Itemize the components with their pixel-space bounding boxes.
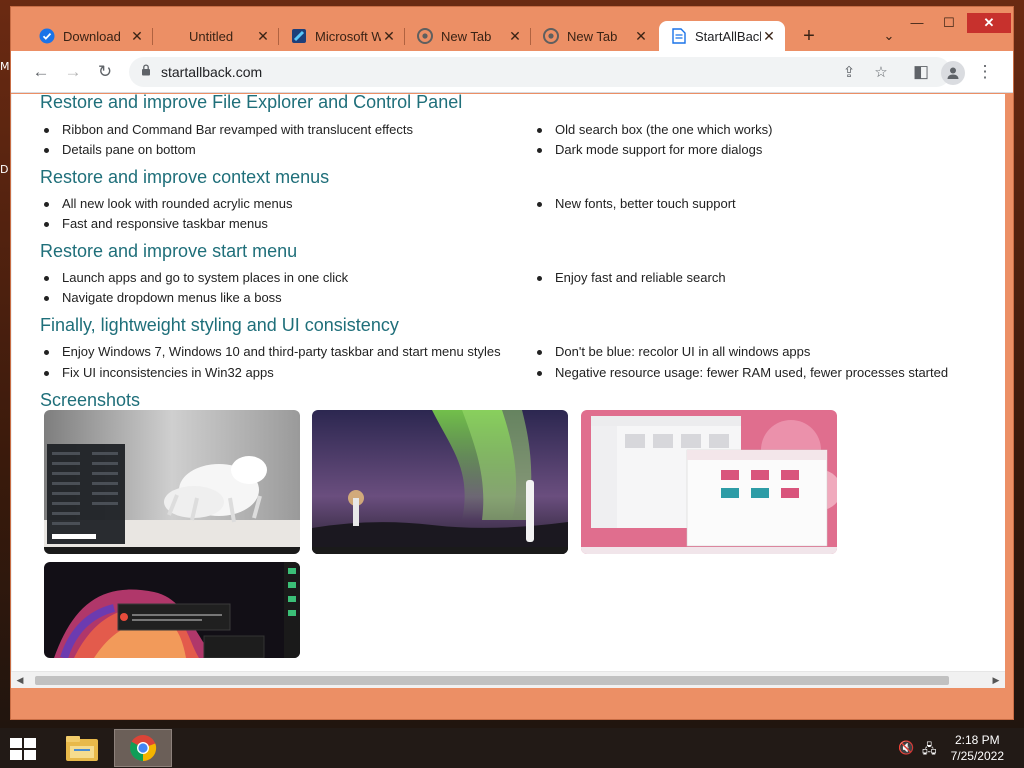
windows-start-icon[interactable] [8,736,40,762]
page-icon [671,28,687,44]
tab-title: Microsoft W [315,28,381,44]
tab-new-tab-2[interactable]: New Tab ✕ [531,21,657,51]
scrollbar-thumb[interactable] [35,676,949,685]
close-tab-icon[interactable]: ✕ [761,28,777,45]
tab-microsoft[interactable]: Microsoft W ✕ [279,21,405,51]
feature-item: Details pane on bottom [40,142,196,157]
close-tab-icon[interactable]: ✕ [255,28,271,45]
feature-item: Launch apps and go to system places in o… [40,270,348,285]
scroll-right-arrow-icon[interactable]: ▶ [991,675,1001,686]
tab-startallback[interactable]: StartAllBack ✕ [659,21,785,51]
minimize-button[interactable]: — [901,13,933,33]
system-clock[interactable]: 2:18 PM 7/25/2022 [951,732,1004,764]
close-tab-icon[interactable]: ✕ [381,28,397,45]
browser-window: Download ✕ Untitled ✕ Microsoft W ✕ New … [10,6,1014,720]
tab-download[interactable]: Download ✕ [27,21,153,51]
network-icon[interactable]: 🖧 [922,740,940,756]
tab-title: New Tab [441,28,492,44]
volume-muted-icon[interactable]: 🔇 [898,740,916,756]
feature-item: All new look with rounded acrylic menus [40,196,293,211]
file-explorer-icon[interactable] [53,729,111,767]
feature-item: Dark mode support for more dialogs [533,142,762,157]
section-heading: Restore and improve start menu [40,241,298,261]
feature-item: Navigate dropdown menus like a boss [40,290,282,305]
scroll-left-arrow-icon[interactable]: ◀ [15,675,25,686]
screenshot-white-horses[interactable] [44,410,300,554]
close-window-button[interactable]: ✕ [967,13,1011,33]
feature-item: Enjoy fast and reliable search [533,270,726,285]
bookmark-star-icon[interactable]: ☆ [869,60,893,84]
reload-button[interactable]: ↻ [93,60,117,84]
close-tab-icon[interactable]: ✕ [633,28,649,45]
feature-item: Old search box (the one which works) [533,122,772,137]
chrome-icon [417,28,433,44]
feature-item: Ribbon and Command Bar revamped with tra… [40,122,413,137]
desktop-icon-label-fragment: D [0,163,9,176]
tab-new-tab-1[interactable]: New Tab ✕ [405,21,531,51]
close-tab-icon[interactable]: ✕ [129,28,145,45]
feature-item: Fix UI inconsistencies in Win32 apps [40,365,274,380]
share-icon[interactable]: ⇪ [837,60,861,84]
new-tab-button[interactable]: + [797,24,821,48]
page-content: Restore and improve File Explorer and Co… [11,94,1005,671]
tab-title: New Tab [567,28,618,44]
forward-button[interactable]: → [61,60,85,84]
browser-toolbar: ← → ↻ startallback.com ⇪ ☆ ◧ ⋮ [11,51,1013,93]
desktop-icon-label-fragment: M [0,60,10,73]
checkmark-badge-icon [39,28,55,44]
clock-date: 7/25/2022 [950,749,1004,763]
tab-untitled[interactable]: Untitled ✕ [153,21,279,51]
section-heading: Finally, lightweight styling and UI cons… [40,315,399,335]
tab-title: StartAllBack [695,28,761,44]
lock-icon[interactable] [141,63,151,81]
address-bar[interactable]: startallback.com ⇪ ☆ [129,57,951,87]
chrome-icon[interactable] [114,729,172,767]
profile-avatar-icon[interactable] [941,61,965,85]
taskbar: 🔇 🖧 2:18 PM 7/25/2022 [0,728,1024,768]
blank-icon [165,28,181,44]
chrome-icon [543,28,559,44]
tab-search-chevron-icon[interactable]: ⌄ [877,24,901,48]
microsoft-blue-icon [291,28,307,44]
browser-menu-icon[interactable]: ⋮ [973,60,997,84]
url-text[interactable]: startallback.com [161,64,262,80]
tab-title: Download [63,28,121,44]
screenshot-pink-explorer[interactable] [581,410,837,554]
feature-item: Don't be blue: recolor UI in all windows… [533,344,810,359]
close-tab-icon[interactable]: ✕ [507,28,523,45]
back-button[interactable]: ← [29,60,53,84]
feature-item: Fast and responsive taskbar menus [40,216,268,231]
feature-item: Negative resource usage: fewer RAM used,… [533,365,948,380]
feature-item: Enjoy Windows 7, Windows 10 and third-pa… [40,344,501,359]
screenshots-heading: Screenshots [40,390,141,410]
tab-strip: Download ✕ Untitled ✕ Microsoft W ✕ New … [11,7,1013,55]
screenshot-aurora-lighthouse[interactable] [312,410,568,554]
screenshot-dark-swirl[interactable] [44,562,300,658]
tab-title: Untitled [189,28,234,44]
section-heading: Restore and improve File Explorer and Co… [40,94,463,112]
maximize-button[interactable]: ☐ [933,13,965,33]
section-heading: Restore and improve context menus [40,167,330,187]
feature-item: New fonts, better touch support [533,196,736,211]
side-panel-icon[interactable]: ◧ [909,60,933,84]
horizontal-scrollbar[interactable]: ◀ ▶ [11,671,1005,688]
clock-time: 2:18 PM [954,733,1000,747]
